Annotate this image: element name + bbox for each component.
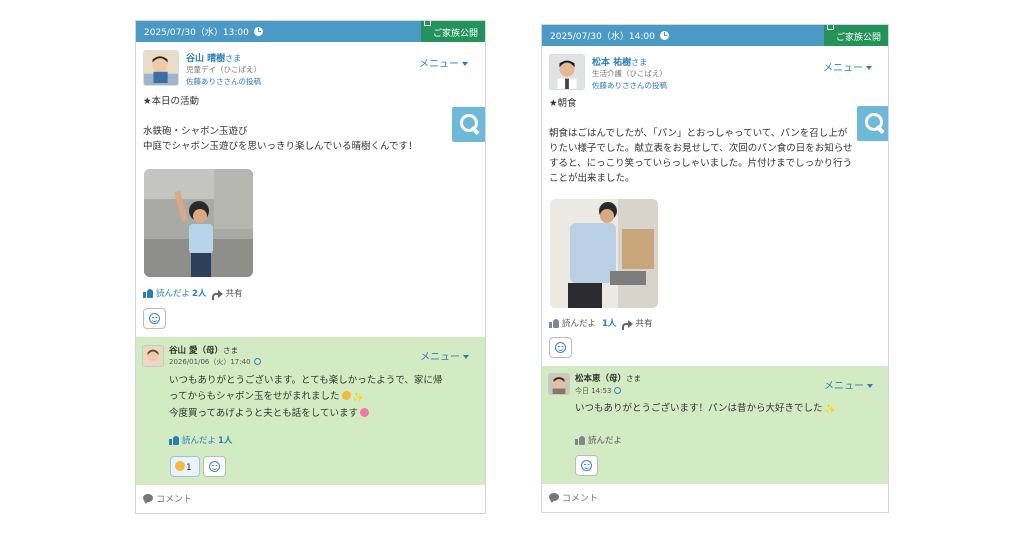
comment-text: いつもありがとうございます。とても楽しかったようで、家に帰 ってからもシャボン玉を… — [169, 375, 443, 419]
posted-by-link[interactable]: 佐藤ありささんの投稿 — [186, 76, 261, 87]
add-reaction-button[interactable] — [143, 308, 166, 329]
add-comment-reaction-button[interactable] — [575, 455, 598, 476]
smile-emoji-icon — [175, 461, 185, 471]
search-icon[interactable] — [857, 106, 888, 141]
comment-footer[interactable]: コメント — [136, 483, 485, 513]
visibility-badge: ご家族公開 — [824, 25, 888, 46]
read-button[interactable]: 読んだよ — [562, 317, 596, 329]
comment-actions: 読んだよ 1人 — [169, 434, 238, 446]
clock-icon — [253, 27, 263, 36]
caret-down-icon — [462, 62, 468, 66]
sparkle-emoji-icon: ✨ — [352, 393, 364, 403]
share-icon[interactable] — [212, 289, 224, 300]
visibility-badge: ご家族公開 — [421, 21, 485, 42]
comment-date: 2026/01/06（火）17:40 — [169, 357, 261, 367]
comment-menu-button[interactable]: メニュー — [420, 348, 469, 363]
thumbs-up-icon[interactable] — [575, 435, 585, 445]
comment-read-count[interactable]: 1人 — [218, 434, 232, 446]
clock-icon — [614, 387, 622, 394]
avatar[interactable] — [143, 50, 179, 86]
add-comment-reaction-button[interactable] — [203, 456, 226, 477]
comment-text: いつもありがとうございます！パンは昔から大好きでした ✨ — [575, 401, 836, 418]
commenter-avatar[interactable] — [548, 373, 570, 395]
post-actions: 読んだよ 1人 共有 — [549, 317, 652, 330]
caret-down-icon — [463, 355, 469, 359]
post-datetime: 2025/07/30（水）14:00 — [550, 29, 669, 42]
search-icon[interactable] — [452, 107, 485, 142]
poster-name[interactable]: 谷山 晴樹さま — [186, 51, 241, 64]
post-body: ★朝食 朝食はごはんでしたが、「パン」とおっしゃっていて、パンを召し上が りたい… — [549, 98, 853, 184]
thumbs-up-icon[interactable] — [169, 435, 179, 445]
comment-actions: 読んだよ — [575, 434, 624, 446]
post-body: ★本日の活動 水鉄砲・シャボン玉遊び 中庭でシャボン玉遊びを思いっきり楽しんでい… — [143, 96, 418, 152]
read-button[interactable]: 読んだよ — [156, 287, 190, 299]
clock-icon — [659, 31, 669, 40]
reaction-count-button[interactable]: 1 — [170, 456, 200, 477]
post-photo[interactable] — [144, 169, 253, 277]
clock-icon — [253, 358, 261, 365]
post-header-bar: 2025/07/30（水）13:00 ご家族公開 — [136, 21, 485, 42]
sparkle-emoji-icon: ✨ — [824, 405, 836, 415]
posted-by-link[interactable]: 佐藤ありささんの投稿 — [592, 80, 667, 91]
smile-icon — [581, 460, 592, 471]
poster-service: 生活介護（ひこばえ） — [592, 69, 667, 78]
family-icon — [827, 25, 834, 30]
comment-menu-button[interactable]: メニュー — [824, 377, 873, 392]
avatar[interactable] — [549, 54, 585, 90]
caret-down-icon — [866, 66, 872, 70]
comment-block: 谷山 愛（母）さま 2026/01/06（火）17:40 メニュー いつもありが… — [136, 337, 485, 485]
poster-service: 児童デイ（ひこばえ） — [186, 65, 261, 74]
comment-bubble-icon — [143, 494, 153, 504]
post-actions: 読んだよ 2人 共有 — [143, 287, 242, 300]
comment-block: 松本恵（母）さま 今日 14:53 メニュー いつもありがとうございます！パンは… — [542, 366, 888, 484]
timeline-post-card: 2025/07/30（水）14:00 ご家族公開 松本 祐樹さま 生活介護（ひこ… — [541, 24, 889, 513]
post-menu-button[interactable]: メニュー — [419, 55, 468, 70]
post-header-bar: 2025/07/30（水）14:00 ご家族公開 — [542, 25, 888, 46]
read-count[interactable]: 1人 — [602, 317, 616, 329]
commenter-name[interactable]: 松本恵（母）さま — [575, 372, 641, 384]
share-button[interactable]: 共有 — [225, 287, 242, 299]
smile-icon — [209, 461, 220, 472]
smile-icon — [555, 342, 566, 353]
commenter-name[interactable]: 谷山 愛（母）さま — [169, 344, 238, 356]
share-button[interactable]: 共有 — [635, 317, 652, 329]
read-count[interactable]: 2人 — [192, 287, 206, 299]
post-photo[interactable] — [550, 199, 658, 308]
commenter-avatar[interactable] — [142, 345, 164, 367]
smile-icon — [149, 313, 160, 324]
comment-read-button[interactable]: 読んだよ — [588, 434, 622, 446]
comment-bubble-icon — [549, 493, 559, 503]
flower-emoji-icon — [359, 408, 369, 417]
add-reaction-button[interactable] — [549, 337, 572, 358]
thumbs-up-icon[interactable] — [143, 288, 153, 298]
comment-footer[interactable]: コメント — [542, 482, 888, 512]
caret-down-icon — [867, 384, 873, 388]
share-icon[interactable] — [622, 319, 634, 330]
post-datetime: 2025/07/30（水）13:00 — [144, 25, 263, 38]
family-icon — [424, 21, 431, 26]
comment-read-button[interactable]: 読んだよ — [182, 434, 216, 446]
grin-emoji-icon — [341, 391, 351, 400]
poster-name[interactable]: 松本 祐樹さま — [592, 55, 647, 68]
timeline-post-card: 2025/07/30（水）13:00 ご家族公開 谷山 晴樹さま 児童デイ（ひこ… — [135, 20, 486, 514]
post-menu-button[interactable]: メニュー — [823, 59, 872, 74]
comment-date: 今日 14:53 — [575, 386, 622, 396]
thumbs-up-icon[interactable] — [549, 318, 559, 328]
